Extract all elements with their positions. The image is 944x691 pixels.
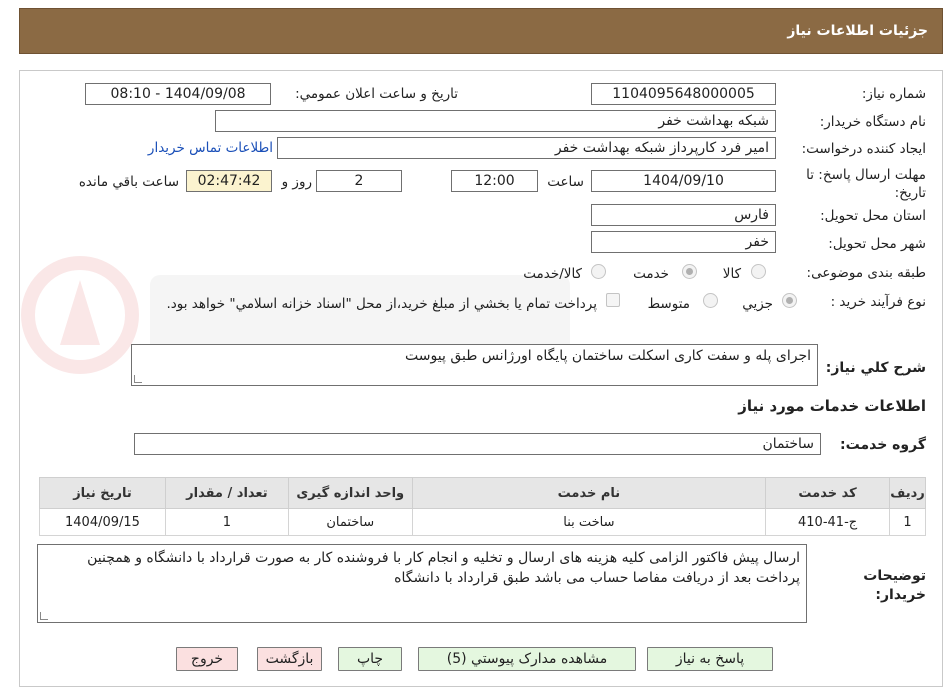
- category-option-service: خدمت: [633, 266, 669, 282]
- page-title: جزئیات اطلاعات نیاز: [787, 23, 928, 39]
- cell-service-code: ج-41-410: [765, 508, 891, 536]
- process-option-minor: جزيي: [742, 296, 773, 312]
- cell-unit: ساختمان: [287, 508, 413, 536]
- treasury-checkbox[interactable]: [606, 293, 620, 307]
- resize-grip-icon[interactable]: [134, 375, 142, 383]
- creator-label: ايجاد کننده درخواست:: [801, 141, 926, 157]
- city-field: خفر: [591, 231, 776, 253]
- province-label: استان محل تحويل:: [820, 208, 926, 224]
- col-need-date: تاريخ نياز: [39, 477, 166, 509]
- services-section-title: اطلاعات خدمات مورد نياز: [738, 397, 926, 415]
- service-group-label: گروه خدمت:: [840, 437, 926, 453]
- announce-label: تاریخ و ساعت اعلان عمومي:: [295, 86, 458, 102]
- table-row: 1 ج-41-410 ساخت بنا ساختمان 1 1404/09/15: [39, 508, 926, 536]
- page-header: جزئیات اطلاعات نیاز: [19, 8, 943, 54]
- category-option-goods-service: کالا/خدمت: [523, 266, 582, 282]
- category-radio-goods[interactable]: [751, 264, 766, 279]
- exit-button[interactable]: خروج: [176, 647, 238, 671]
- need-number-field: 1104095648000005: [591, 83, 776, 105]
- buyer-org-field: شبکه بهداشت خفر: [215, 110, 776, 132]
- table-header-row: رديف کد خدمت نام خدمت واحد اندازه گيری ت…: [39, 477, 926, 509]
- back-button[interactable]: بازگشت: [257, 647, 322, 671]
- process-radio-medium[interactable]: [703, 293, 718, 308]
- cell-need-date: 1404/09/15: [39, 508, 166, 536]
- col-service-code: کد خدمت: [765, 477, 891, 509]
- remaining-label: ساعت باقي مانده: [78, 174, 179, 190]
- category-label: طبقه بندی موضوعی:: [806, 265, 926, 281]
- buyer-org-label: نام دستگاه خريدار:: [819, 114, 926, 130]
- cell-row-number: 1: [889, 508, 926, 536]
- process-label: نوع فرآيند خريد :: [830, 294, 926, 310]
- treasury-note: پرداخت تمام يا بخشي از مبلغ خريد،از محل …: [166, 296, 597, 312]
- need-number-label: شماره نیاز:: [861, 86, 926, 102]
- deadline-label: مهلت ارسال پاسخ: تا تاريخ:: [806, 167, 926, 201]
- category-option-goods: کالا: [722, 266, 741, 282]
- deadline-date-field: 1404/09/10: [591, 170, 776, 192]
- deadline-time-field: 12:00: [451, 170, 538, 192]
- resize-grip-icon[interactable]: [40, 612, 48, 620]
- cell-quantity: 1: [164, 508, 289, 536]
- province-field: فارس: [591, 204, 776, 226]
- remaining-time-field: 02:47:42: [186, 170, 272, 192]
- days-label: روز و: [281, 174, 312, 190]
- service-group-field: ساختمان: [134, 433, 821, 455]
- reply-button[interactable]: پاسخ به نياز: [647, 647, 773, 671]
- col-service-name: نام خدمت: [411, 477, 767, 509]
- cell-service-name: ساخت بنا: [411, 508, 767, 536]
- announce-datetime-field: 1404/09/08 - 08:10: [85, 83, 271, 105]
- deadline-time-label: ساعت: [547, 174, 584, 190]
- col-unit: واحد اندازه گيری: [287, 477, 413, 509]
- print-button[interactable]: چاپ: [338, 647, 402, 671]
- services-table: رديف کد خدمت نام خدمت واحد اندازه گيری ت…: [39, 477, 926, 536]
- buyer-contact-link[interactable]: اطلاعات تماس خريدار: [148, 140, 273, 156]
- buyer-notes-textarea[interactable]: ارسال پیش فاکتور الزامی کلیه هزینه های ا…: [37, 544, 807, 623]
- summary-textarea[interactable]: اجرای پله و سفت کاری اسکلت ساختمان پایگا…: [131, 344, 818, 386]
- process-radio-minor[interactable]: [782, 293, 797, 308]
- days-field: 2: [316, 170, 402, 192]
- summary-text: اجرای پله و سفت کاری اسکلت ساختمان پایگا…: [405, 348, 811, 364]
- buyer-notes-label: توضيحات خريدار:: [863, 568, 926, 603]
- creator-field: امير فرد کارپرداز شبکه بهداشت خفر: [277, 137, 776, 159]
- process-option-medium: متوسط: [647, 296, 690, 312]
- category-radio-goods-service[interactable]: [591, 264, 606, 279]
- view-attachments-button[interactable]: مشاهده مدارک پيوستي (5): [418, 647, 636, 671]
- buyer-notes-text: ارسال پیش فاکتور الزامی کلیه هزینه های ا…: [87, 550, 800, 586]
- col-quantity: تعداد / مقدار: [164, 477, 289, 509]
- city-label: شهر محل تحويل:: [828, 236, 926, 252]
- summary-label: شرح کلي نياز:: [825, 360, 926, 376]
- category-radio-service[interactable]: [682, 264, 697, 279]
- col-row-number: رديف: [889, 477, 926, 509]
